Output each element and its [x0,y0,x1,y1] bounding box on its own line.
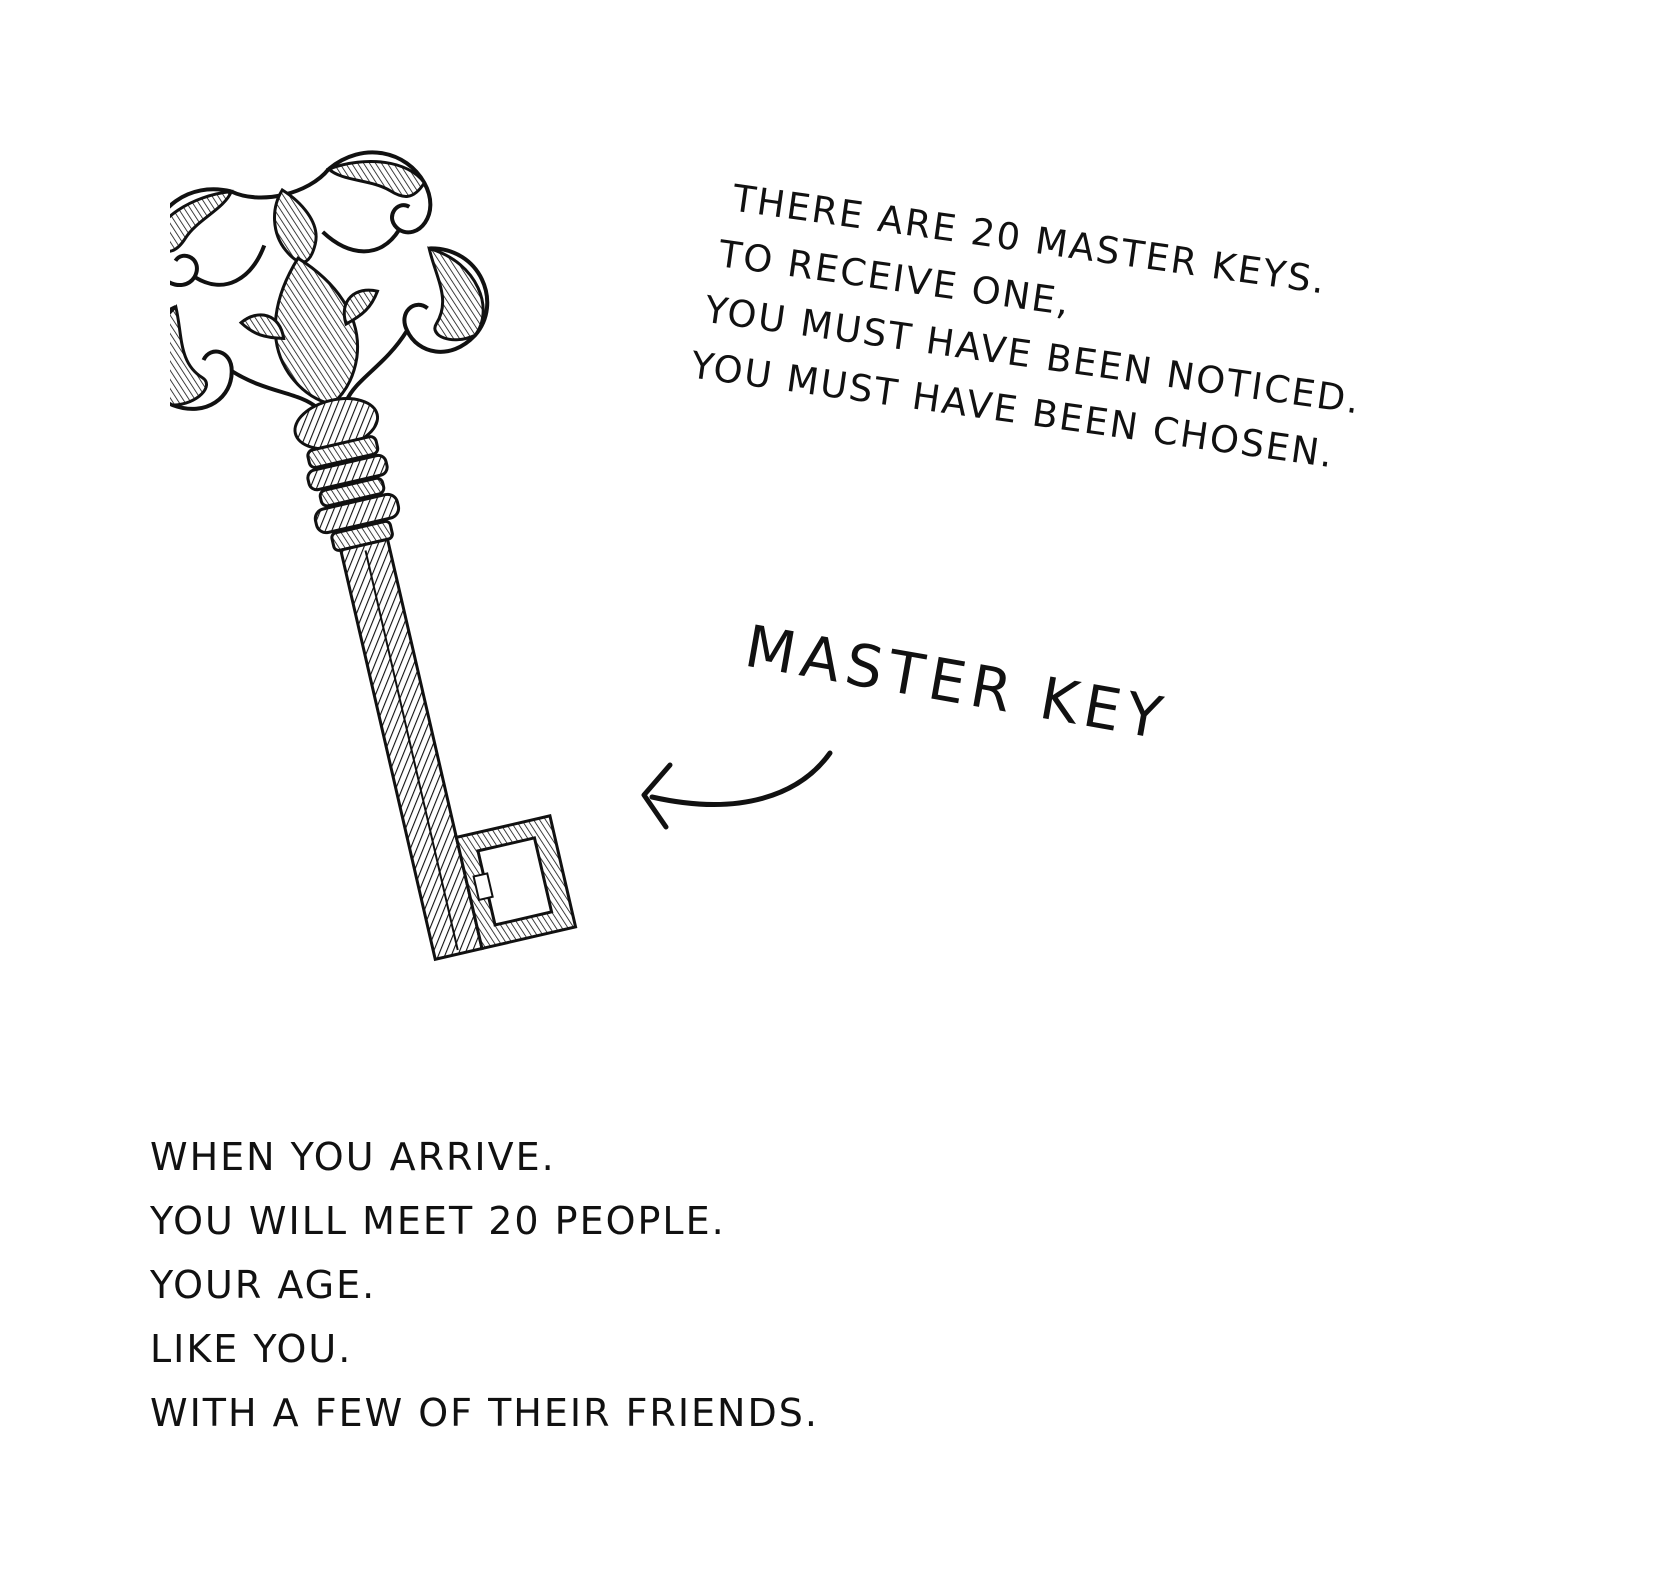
master-key-label: MASTER KEY [740,612,1173,754]
arrival-line: WITH A FEW OF THEIR FRIENDS. [150,1391,819,1435]
arrival-line: LIKE YOU. [150,1327,353,1371]
ornate-key-icon [170,150,578,962]
arrival-text: WHEN YOU ARRIVE. YOU WILL MEET 20 PEOPLE… [150,1125,819,1445]
arrival-line: WHEN YOU ARRIVE. [150,1135,556,1179]
arrival-line: YOUR AGE. [150,1263,377,1307]
arrival-line: YOU WILL MEET 20 PEOPLE. [150,1199,726,1243]
curved-arrow-icon [641,750,833,830]
intro-text: THERE ARE 20 MASTER KEYS. TO RECEIVE ONE… [688,168,1380,486]
